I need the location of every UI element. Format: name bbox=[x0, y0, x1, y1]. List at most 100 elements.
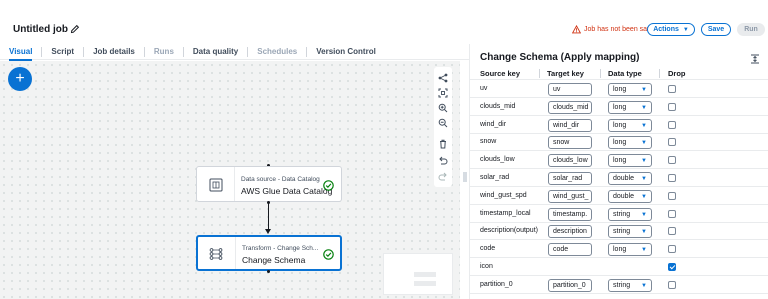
trash-icon[interactable] bbox=[438, 139, 448, 149]
drop-checkbox[interactable] bbox=[668, 245, 676, 254]
drop-checkbox[interactable] bbox=[668, 174, 676, 182]
mapping-row: snow snow long ▼ bbox=[470, 134, 768, 152]
target-key-input[interactable]: timestamp. bbox=[548, 207, 592, 221]
plus-icon: + bbox=[15, 70, 25, 87]
node-type-label: Data source - Data Catalog bbox=[241, 176, 320, 183]
source-key-cell: wind_dir bbox=[480, 120, 507, 128]
data-type-select[interactable]: string ▼ bbox=[608, 278, 652, 292]
add-node-button[interactable]: + bbox=[8, 67, 32, 91]
data-type-select[interactable]: long ▼ bbox=[608, 118, 652, 132]
caret-down-icon: ▼ bbox=[641, 104, 647, 111]
source-key-cell: solar_rad bbox=[480, 174, 510, 181]
target-key-input[interactable]: description bbox=[548, 225, 592, 239]
mapping-row: solar_rad solar_rad double ▼ bbox=[470, 170, 768, 187]
target-key-input[interactable]: clouds_low bbox=[548, 154, 592, 168]
target-key-input[interactable]: solar_rad bbox=[548, 172, 592, 185]
data-type-value: long bbox=[613, 121, 627, 129]
source-key-cell: snow bbox=[480, 138, 497, 146]
drop-checkbox[interactable] bbox=[668, 120, 676, 129]
data-type-select[interactable]: string ▼ bbox=[608, 225, 652, 239]
actions-button[interactable]: Actions ▼ bbox=[647, 23, 695, 36]
drop-checkbox[interactable] bbox=[668, 263, 676, 271]
mapping-row: uv uv long ▼ bbox=[470, 81, 768, 98]
data-type-value: string bbox=[613, 210, 631, 218]
source-key-cell: wind_gust_spd bbox=[480, 191, 527, 199]
caret-down-icon: ▼ bbox=[641, 229, 647, 236]
collapse-panel-icon[interactable] bbox=[750, 54, 760, 64]
source-key-cell: description(output) bbox=[480, 227, 538, 235]
target-key-input[interactable]: uv bbox=[548, 83, 592, 96]
tab-schedules[interactable]: Schedules bbox=[248, 44, 306, 60]
source-key-cell: icon bbox=[480, 263, 493, 270]
run-button[interactable]: Run bbox=[737, 23, 765, 36]
target-key-input[interactable]: wind_gust_ bbox=[548, 189, 592, 203]
zoom-out-icon[interactable] bbox=[438, 118, 448, 128]
column-data-type: Data type bbox=[608, 69, 642, 78]
drop-checkbox[interactable] bbox=[668, 227, 676, 236]
data-type-select[interactable]: long ▼ bbox=[608, 243, 652, 257]
unsaved-warning: Job has not been saved bbox=[572, 25, 658, 34]
drop-checkbox[interactable] bbox=[668, 138, 676, 147]
data-type-select[interactable]: long ▼ bbox=[608, 136, 652, 150]
data-type-value: long bbox=[613, 246, 627, 254]
data-type-select[interactable]: double ▼ bbox=[608, 189, 652, 203]
tab-script[interactable]: Script bbox=[42, 44, 83, 60]
tab-version-control[interactable]: Version Control bbox=[307, 44, 385, 60]
panel-resize-handle[interactable] bbox=[463, 172, 467, 182]
column-drop: Drop bbox=[668, 69, 686, 78]
check-circle-icon bbox=[323, 180, 334, 191]
job-title[interactable]: Untitled job bbox=[13, 24, 68, 35]
job-header: Untitled job Job has not been saved Acti… bbox=[0, 0, 768, 44]
redo-icon[interactable] bbox=[438, 171, 448, 181]
caret-down-icon: ▼ bbox=[641, 87, 647, 93]
data-type-select[interactable]: string ▼ bbox=[608, 207, 652, 221]
target-key-input[interactable]: wind_dir bbox=[548, 118, 592, 132]
canvas-minimap[interactable] bbox=[383, 253, 453, 295]
tab-data-quality[interactable]: Data quality bbox=[184, 44, 247, 60]
drop-checkbox[interactable] bbox=[668, 280, 676, 289]
data-type-select[interactable]: long ▼ bbox=[608, 154, 652, 168]
data-type-value: long bbox=[613, 103, 627, 111]
tab-visual[interactable]: Visual bbox=[0, 44, 41, 61]
mapping-row: clouds_mid clouds_mid long ▼ bbox=[470, 99, 768, 116]
mapping-table-header: Source key Target key Data type Drop bbox=[470, 66, 768, 80]
data-type-select[interactable]: long ▼ bbox=[608, 83, 652, 96]
drop-checkbox[interactable] bbox=[668, 191, 676, 200]
schema-icon bbox=[209, 248, 223, 260]
drop-checkbox[interactable] bbox=[668, 85, 676, 93]
target-key-input[interactable]: snow bbox=[548, 136, 592, 150]
node-data-source[interactable]: Data source - Data Catalog AWS Glue Data… bbox=[196, 166, 342, 202]
fit-view-icon[interactable] bbox=[438, 88, 448, 98]
caret-down-icon: ▼ bbox=[641, 122, 647, 129]
pencil-icon[interactable] bbox=[70, 24, 80, 34]
caret-down-icon: ▼ bbox=[682, 26, 689, 33]
target-key-input[interactable]: code bbox=[548, 243, 592, 257]
source-key-cell: timestamp_local bbox=[480, 209, 531, 217]
drop-checkbox[interactable] bbox=[668, 102, 676, 111]
save-button[interactable]: Save bbox=[701, 23, 731, 36]
mapping-row: wind_dir wind_dir long ▼ bbox=[470, 117, 768, 134]
node-change-schema[interactable]: Transform - Change Sch... Change Schema bbox=[196, 235, 342, 271]
run-label: Run bbox=[744, 26, 758, 33]
caret-down-icon: ▼ bbox=[641, 211, 647, 218]
share-icon[interactable] bbox=[438, 73, 448, 83]
drop-checkbox[interactable] bbox=[668, 209, 676, 218]
tab-job-details[interactable]: Job details bbox=[84, 44, 144, 60]
data-type-value: double bbox=[613, 175, 635, 182]
tab-runs[interactable]: Runs bbox=[145, 44, 183, 60]
target-key-input[interactable]: clouds_mid bbox=[548, 100, 592, 114]
node-name-label: Change Schema bbox=[242, 255, 306, 265]
node-output-port[interactable] bbox=[267, 270, 270, 273]
save-label: Save bbox=[707, 26, 725, 33]
node-properties-panel: Change Schema (Apply mapping) Source key… bbox=[469, 44, 768, 299]
source-key-cell: clouds_low bbox=[480, 156, 515, 164]
data-type-value: string bbox=[613, 228, 631, 236]
data-type-select[interactable]: long ▼ bbox=[608, 100, 652, 114]
source-key-cell: uv bbox=[480, 85, 488, 92]
drop-checkbox[interactable] bbox=[668, 156, 676, 165]
target-key-input[interactable]: partition_0 bbox=[548, 278, 592, 292]
data-type-value: long bbox=[613, 157, 627, 165]
undo-icon[interactable] bbox=[438, 155, 448, 165]
zoom-in-icon[interactable] bbox=[438, 103, 448, 113]
data-type-select[interactable]: double ▼ bbox=[608, 172, 652, 185]
